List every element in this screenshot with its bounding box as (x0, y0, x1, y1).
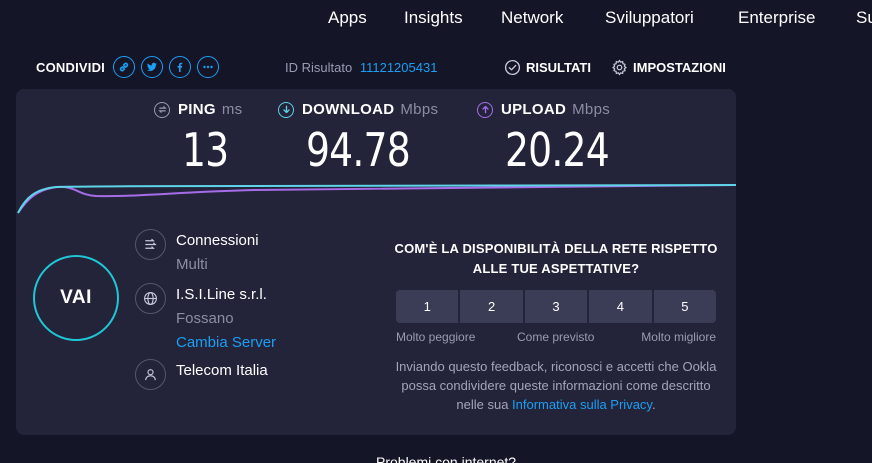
top-nav: Apps Insights Network Sviluppatori Enter… (0, 0, 872, 36)
upload-icon (477, 101, 493, 118)
upload-value: 20.24 (505, 123, 610, 177)
results-panel: PING ms 13 DOWNLOAD Mbps 94.78 UPLOAD Mb… (16, 89, 736, 435)
twitter-icon[interactable] (140, 56, 163, 78)
rating-low-label: Molto peggiore (396, 330, 476, 344)
isp-name: Telecom Italia (176, 362, 268, 379)
nav-support[interactable]: Su (856, 8, 872, 28)
internet-problems-heading: Problemi con internet? (376, 454, 517, 463)
download-value: 94.78 (306, 123, 411, 177)
download-metric: DOWNLOAD Mbps 94.78 (278, 101, 439, 177)
ping-metric: PING ms 13 (154, 101, 243, 177)
rating-option-2[interactable]: 2 (460, 290, 523, 323)
results-label: RISULTATI (526, 60, 591, 75)
upload-unit: Mbps (572, 101, 611, 118)
connections-value: Multi (176, 256, 208, 273)
nav-enterprise[interactable]: Enterprise (738, 8, 815, 28)
results-button[interactable]: RISULTATI (504, 59, 591, 76)
server-name: I.S.I.Line s.r.l. (176, 286, 267, 303)
user-icon (135, 359, 166, 390)
rating-labels: Molto peggiore Come previsto Molto migli… (396, 330, 716, 346)
rating-scale: 1 2 3 4 5 (396, 290, 717, 323)
connections-icon (135, 229, 166, 260)
ping-unit: ms (221, 101, 243, 118)
result-id-value[interactable]: 11121205431 (360, 60, 438, 75)
ping-icon (154, 101, 170, 118)
rating-mid-label: Come previsto (517, 330, 595, 344)
nav-sviluppatori[interactable]: Sviluppatori (605, 8, 694, 28)
feedback-question: COM'È LA DISPONIBILITÀ DELLA RETE RISPET… (394, 241, 718, 276)
settings-button[interactable]: IMPOSTAZIONI (611, 59, 726, 76)
privacy-link[interactable]: Informativa sulla Privacy (512, 397, 652, 412)
result-id: ID Risultato 11121205431 (285, 60, 437, 75)
share-bar: CONDIVIDI (36, 54, 225, 80)
rating-high-label: Molto migliore (641, 330, 716, 344)
nav-insights[interactable]: Insights (404, 8, 463, 28)
connections-label: Connessioni (176, 232, 259, 249)
change-server-link[interactable]: Cambia Server (176, 331, 276, 355)
ping-value: 13 (182, 123, 229, 177)
rating-option-5[interactable]: 5 (653, 290, 717, 323)
speed-graph (17, 184, 736, 214)
server-info: I.S.I.Line s.r.l. Fossano Cambia Server (135, 283, 276, 355)
nav-apps[interactable]: Apps (328, 8, 367, 28)
rating-option-1[interactable]: 1 (396, 290, 459, 323)
download-unit: Mbps (400, 101, 439, 118)
nav-network[interactable]: Network (501, 8, 563, 28)
isp-info: Telecom Italia (135, 359, 268, 390)
facebook-icon[interactable] (168, 56, 191, 78)
upload-metric: UPLOAD Mbps 20.24 (477, 101, 611, 177)
link-icon[interactable] (112, 56, 135, 78)
disclaimer-end: . (651, 397, 656, 412)
connections-info: Connessioni Multi (135, 229, 259, 277)
result-id-label: ID Risultato (285, 60, 353, 75)
share-label: CONDIVIDI (36, 59, 105, 75)
go-button[interactable]: VAI (33, 255, 119, 341)
server-location: Fossano (176, 310, 234, 327)
upload-graph-line (17, 184, 736, 214)
more-icon[interactable] (196, 56, 219, 78)
settings-label: IMPOSTAZIONI (633, 60, 726, 75)
feedback-disclaimer: Inviando questo feedback, riconosci e ac… (390, 357, 722, 414)
download-label: DOWNLOAD (302, 101, 395, 118)
gear-icon (612, 59, 627, 76)
ping-label: PING (178, 101, 216, 118)
rating-option-3[interactable]: 3 (524, 290, 588, 323)
rating-option-4[interactable]: 4 (589, 290, 652, 323)
globe-icon (135, 283, 166, 314)
upload-label: UPLOAD (501, 101, 567, 118)
check-circle-icon (504, 59, 521, 76)
download-icon (278, 101, 294, 118)
